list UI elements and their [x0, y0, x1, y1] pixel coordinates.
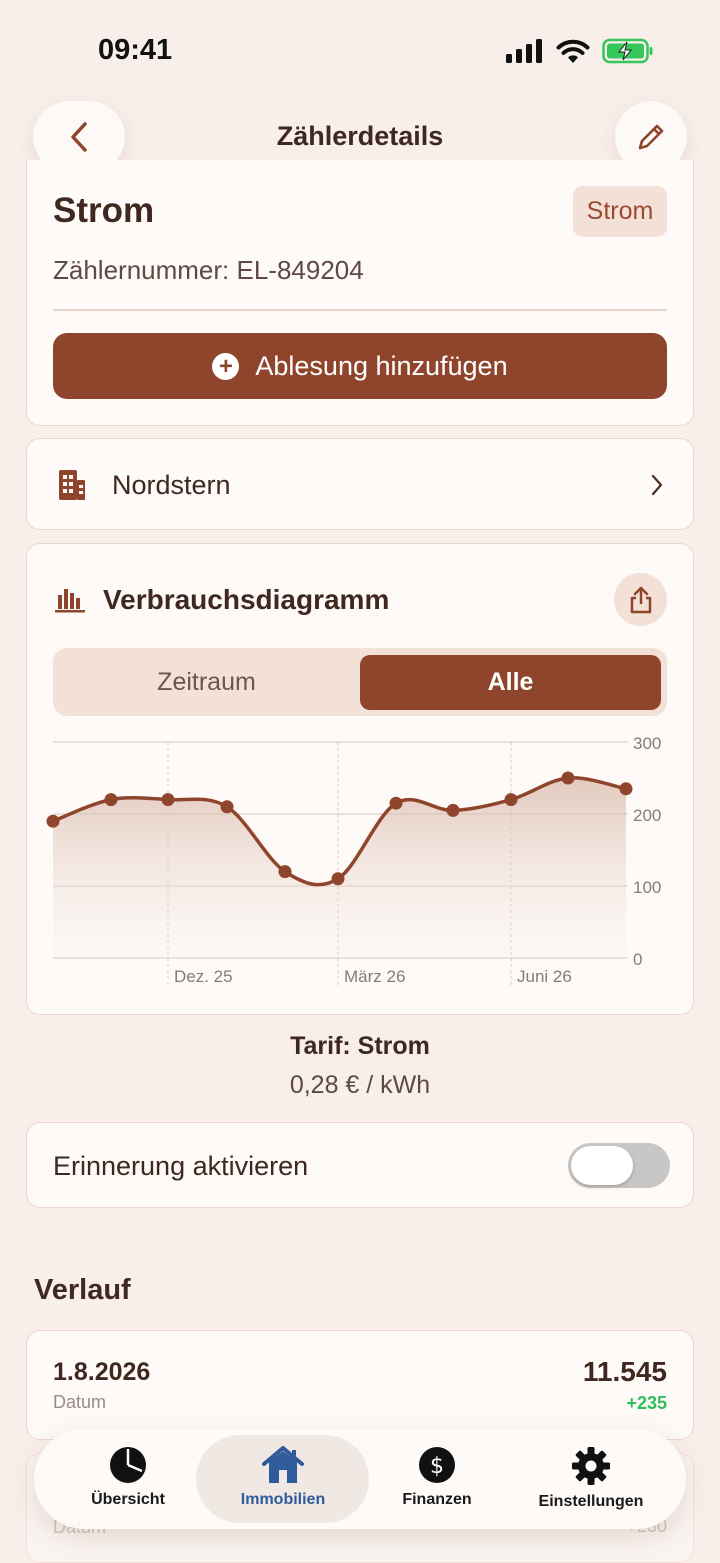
data-point [278, 865, 292, 879]
chart-title: Verbrauchsdiagramm [103, 584, 390, 615]
data-point [331, 872, 345, 886]
pie-chart-icon [110, 1447, 146, 1483]
building-icon [59, 470, 85, 500]
y-tick-label: 100 [633, 878, 661, 897]
signal-icon [506, 39, 542, 63]
data-point [561, 771, 575, 785]
tab-einstellungen[interactable]: Einstellungen [516, 1445, 666, 1511]
y-tick-label: 200 [633, 806, 661, 825]
svg-text:$: $ [430, 1454, 444, 1479]
status-time: 09:41 [98, 34, 173, 66]
entry-date-label: Datum [53, 1392, 107, 1412]
tab-label: Immobilien [240, 1491, 326, 1508]
tab-label: Übersicht [91, 1491, 165, 1508]
y-tick-label: 300 [633, 734, 661, 753]
data-point [104, 793, 118, 807]
gear-icon [572, 1447, 610, 1485]
page-title: Zählerdetails [276, 121, 444, 151]
tab-immobilien[interactable]: Immobilien [208, 1445, 358, 1509]
chart-area [53, 777, 626, 958]
pencil-icon [638, 124, 664, 150]
status-icons [506, 38, 654, 64]
data-point [504, 793, 518, 807]
tab-finanzen[interactable]: $ Finanzen [362, 1445, 512, 1509]
data-point [46, 814, 60, 828]
data-point [446, 803, 460, 817]
meter-type-badge: Strom [573, 186, 667, 237]
tariff-price: 0,28 € / kWh [289, 1071, 431, 1099]
toggle-knob[interactable] [571, 1146, 633, 1185]
history-title: Verlauf [34, 1274, 131, 1306]
meter-type: Strom [53, 191, 155, 230]
house-icon [262, 1446, 304, 1483]
data-point [161, 793, 175, 807]
tab-label: Finanzen [402, 1491, 472, 1508]
chevron-right-icon [651, 474, 663, 496]
share-icon [630, 586, 651, 613]
entry-date: 1.8.2026 [53, 1358, 151, 1386]
add-reading-label: Ablesung hinzufügen [255, 350, 508, 381]
y-tick-label: 0 [633, 950, 642, 969]
data-point [220, 800, 234, 814]
meter-number: Zählernummer: EL-849204 [53, 255, 364, 285]
entry-value: 11.545 [582, 1356, 667, 1387]
bar-chart-icon [55, 589, 85, 613]
entry-delta: +235 [626, 1393, 667, 1413]
plus-circle-icon: + [212, 352, 240, 380]
property-name: Nordstern [112, 470, 231, 500]
tariff-title: Tarif: Strom [290, 1032, 430, 1060]
x-tick-label: März 26 [344, 967, 405, 986]
battery-charging-icon [602, 38, 653, 64]
consumption-chart: 0 100 200 300 Dez. 25 März 26 Juni 26 [46, 734, 661, 986]
add-reading-button[interactable]: + Ablesung hinzufügen [53, 333, 667, 399]
x-tick-label: Dez. 25 [174, 967, 233, 986]
tab-uebersicht[interactable]: Übersicht [53, 1445, 203, 1509]
data-point [619, 782, 633, 796]
x-tick-label: Juni 26 [517, 967, 572, 986]
data-point [389, 796, 403, 810]
reminder-label: Erinnerung aktivieren [53, 1151, 309, 1181]
divider [53, 309, 667, 311]
segment-alle[interactable]: Alle [360, 655, 661, 710]
wifi-icon [556, 39, 590, 63]
share-button[interactable] [614, 573, 667, 626]
segment-zeitraum[interactable]: Zeitraum [53, 648, 360, 716]
tab-label: Einstellungen [538, 1493, 644, 1510]
dollar-icon: $ [419, 1447, 455, 1483]
